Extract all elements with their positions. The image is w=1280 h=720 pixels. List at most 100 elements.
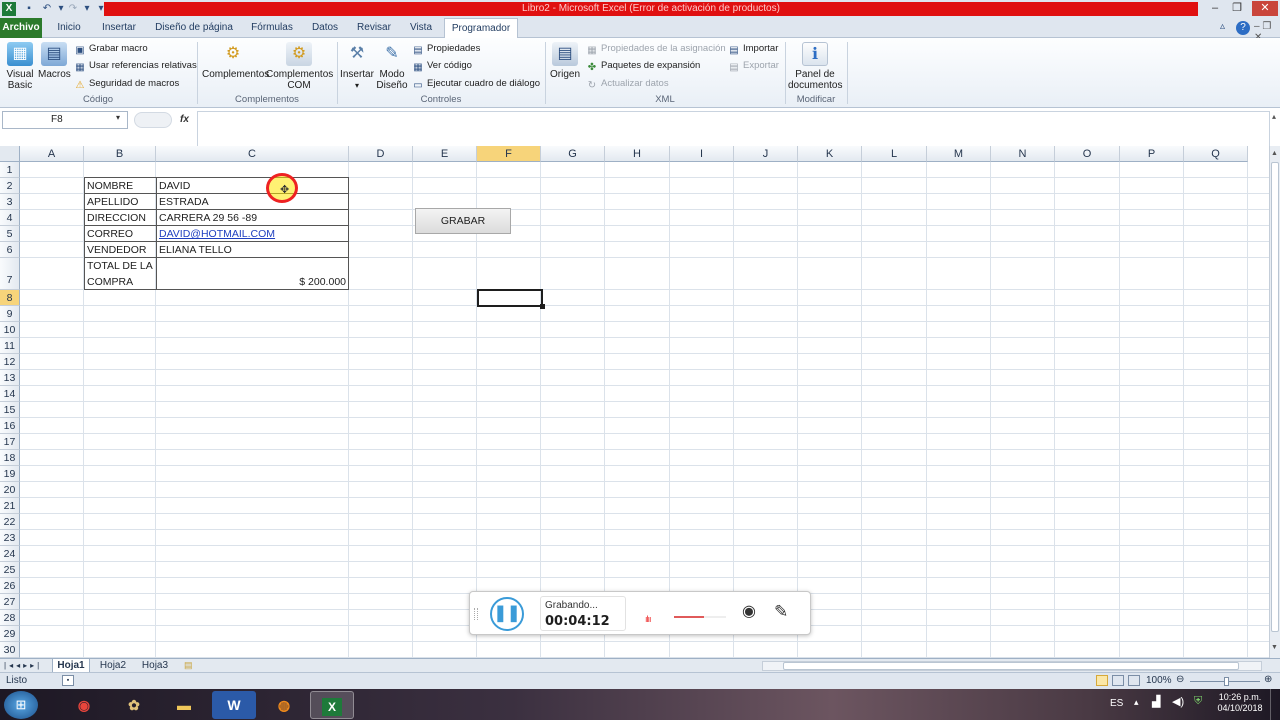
expand-formula-bar-icon[interactable]: ▴ — [1272, 112, 1276, 121]
column-header-m[interactable]: M — [927, 146, 991, 162]
formula-bar-splitter[interactable] — [134, 112, 172, 128]
column-header-l[interactable]: L — [862, 146, 927, 162]
tab-insertar[interactable]: Insertar — [96, 18, 142, 38]
name-box[interactable]: F8 — [2, 111, 128, 129]
tab-revisar[interactable]: Revisar — [352, 18, 396, 38]
cell-c3[interactable]: ESTRADA — [157, 194, 209, 210]
macro-recording-icon[interactable]: ▪ — [62, 675, 74, 686]
tab-datos[interactable]: Datos — [306, 18, 344, 38]
page-break-view-icon[interactable] — [1128, 675, 1140, 686]
cell-b3[interactable]: APELLIDO — [85, 194, 138, 210]
cell-b5[interactable]: CORREO — [85, 226, 133, 242]
cell-b7-line2[interactable]: COMPRA — [85, 274, 133, 290]
row-header-17[interactable]: 17 — [0, 434, 20, 450]
row-header-13[interactable]: 13 — [0, 370, 20, 386]
row-header-22[interactable]: 22 — [0, 514, 20, 530]
column-header-c[interactable]: C — [156, 146, 349, 162]
seguridad-macros-button[interactable]: ⚠ Seguridad de macros — [74, 76, 180, 91]
sheet-nav-arrows-icon[interactable]: |◂◂▸▸| — [4, 659, 42, 672]
tab-programador[interactable]: Programador — [444, 18, 518, 39]
origen-button[interactable]: ▤ Origen — [548, 42, 582, 80]
sheet-tab-hoja1[interactable]: Hoja1 — [52, 659, 90, 673]
complementos-button[interactable]: ⚙ Complementos — [202, 42, 269, 80]
row-header-7[interactable]: 7 — [0, 258, 20, 290]
row-header-30[interactable]: 30 — [0, 642, 20, 658]
column-header-f[interactable]: F — [477, 146, 541, 162]
tab-formulas[interactable]: Fórmulas — [246, 18, 298, 38]
zoom-level[interactable]: 100% — [1146, 675, 1172, 686]
cell-c6[interactable]: ELIANA TELLO — [157, 242, 232, 258]
undo-icon[interactable]: ↶ — [40, 2, 54, 16]
paquetes-expansion-button[interactable]: ✤ Paquetes de expansión — [586, 58, 701, 73]
cell-c4[interactable]: CARRERA 29 56 -89 — [157, 210, 257, 226]
row-header-27[interactable]: 27 — [0, 594, 20, 610]
column-header-j[interactable]: J — [734, 146, 798, 162]
row-header-28[interactable]: 28 — [0, 610, 20, 626]
row-header-9[interactable]: 9 — [0, 306, 20, 322]
active-cell-f8[interactable] — [477, 289, 543, 307]
row-header-6[interactable]: 6 — [0, 242, 20, 258]
formula-input[interactable] — [197, 111, 1270, 147]
sheet-tab-hoja3[interactable]: Hoja3 — [136, 659, 174, 673]
row-header-1[interactable]: 1 — [0, 162, 20, 178]
row-header-20[interactable]: 20 — [0, 482, 20, 498]
row-header-26[interactable]: 26 — [0, 578, 20, 594]
actualizar-datos-button[interactable]: ↻ Actualizar datos — [586, 76, 669, 91]
show-hidden-icons-icon[interactable]: ▴ — [1134, 697, 1139, 708]
start-button-icon[interactable]: ⊞ — [4, 691, 38, 719]
paint-icon[interactable]: ✿ — [112, 691, 156, 719]
file-explorer-icon[interactable]: ▬ — [162, 691, 206, 719]
row-header-5[interactable]: 5 — [0, 226, 20, 242]
row-header-19[interactable]: 19 — [0, 466, 20, 482]
column-header-b[interactable]: B — [84, 146, 156, 162]
row-header-10[interactable]: 10 — [0, 322, 20, 338]
vertical-scrollbar[interactable]: ▲ ▼ — [1269, 146, 1280, 658]
row-header-15[interactable]: 15 — [0, 402, 20, 418]
column-header-n[interactable]: N — [991, 146, 1055, 162]
row-header-12[interactable]: 12 — [0, 354, 20, 370]
clock[interactable]: 10:26 p.m. 04/10/2018 — [1214, 692, 1266, 714]
tab-archivo[interactable]: Archivo — [0, 18, 42, 38]
column-header-p[interactable]: P — [1120, 146, 1184, 162]
excel-taskbar-icon[interactable]: X — [310, 691, 354, 719]
name-box-dropdown-icon[interactable]: ▾ — [116, 113, 120, 122]
scroll-up-icon[interactable]: ▲ — [1271, 150, 1278, 157]
row-header-4[interactable]: 4 — [0, 210, 20, 226]
exportar-button[interactable]: ▤ Exportar — [728, 58, 779, 73]
redo-icon[interactable]: ↷ — [66, 2, 80, 16]
language-indicator[interactable]: ES — [1110, 698, 1123, 709]
row-header-24[interactable]: 24 — [0, 546, 20, 562]
fill-handle[interactable] — [540, 304, 545, 309]
row-header-29[interactable]: 29 — [0, 626, 20, 642]
volume-slider[interactable] — [674, 616, 704, 618]
horizontal-scrollbar[interactable] — [762, 661, 1262, 671]
grabar-button[interactable]: GRABAR — [415, 208, 511, 234]
worksheet-grid[interactable]: ABCDEFGHIJKLMNOPQ 1 2 3 4 5 6 7 8 9 10 11 12 13 14 15 1… — [0, 146, 1269, 658]
column-header-k[interactable]: K — [798, 146, 862, 162]
tab-vista[interactable]: Vista — [404, 18, 438, 38]
word-icon[interactable]: W — [212, 691, 256, 719]
column-header-h[interactable]: H — [605, 146, 670, 162]
redo-dropdown-icon[interactable]: ▾ — [80, 2, 94, 16]
panel-documentos-button[interactable]: ℹ Panel de documentos — [788, 42, 842, 91]
sheet-tab-hoja2[interactable]: Hoja2 — [94, 659, 132, 673]
row-header-3[interactable]: 3 — [0, 194, 20, 210]
propiedades-button[interactable]: ▤ Propiedades — [412, 41, 480, 56]
ejecutar-dialogo-button[interactable]: ▭ Ejecutar cuadro de diálogo — [412, 76, 540, 91]
cell-c2[interactable]: DAVID — [157, 178, 190, 194]
cell-b4[interactable]: DIRECCION — [85, 210, 146, 226]
scroll-down-icon[interactable]: ▼ — [1271, 644, 1278, 651]
close-icon[interactable]: ✕ — [1252, 1, 1278, 16]
scrollbar-thumb[interactable] — [1271, 162, 1279, 632]
row-header-2[interactable]: 2 — [0, 178, 20, 194]
complementos-com-button[interactable]: ⚙ Complementos COM — [266, 42, 333, 91]
tab-diseno-pagina[interactable]: Diseño de página — [150, 18, 238, 38]
chrome-icon[interactable]: ◉ — [62, 691, 106, 719]
row-header-21[interactable]: 21 — [0, 498, 20, 514]
tab-inicio[interactable]: Inicio — [50, 18, 88, 38]
row-header-23[interactable]: 23 — [0, 530, 20, 546]
row-header-8[interactable]: 8 — [0, 290, 20, 306]
row-header-16[interactable]: 16 — [0, 418, 20, 434]
row-header-14[interactable]: 14 — [0, 386, 20, 402]
column-header-o[interactable]: O — [1055, 146, 1120, 162]
